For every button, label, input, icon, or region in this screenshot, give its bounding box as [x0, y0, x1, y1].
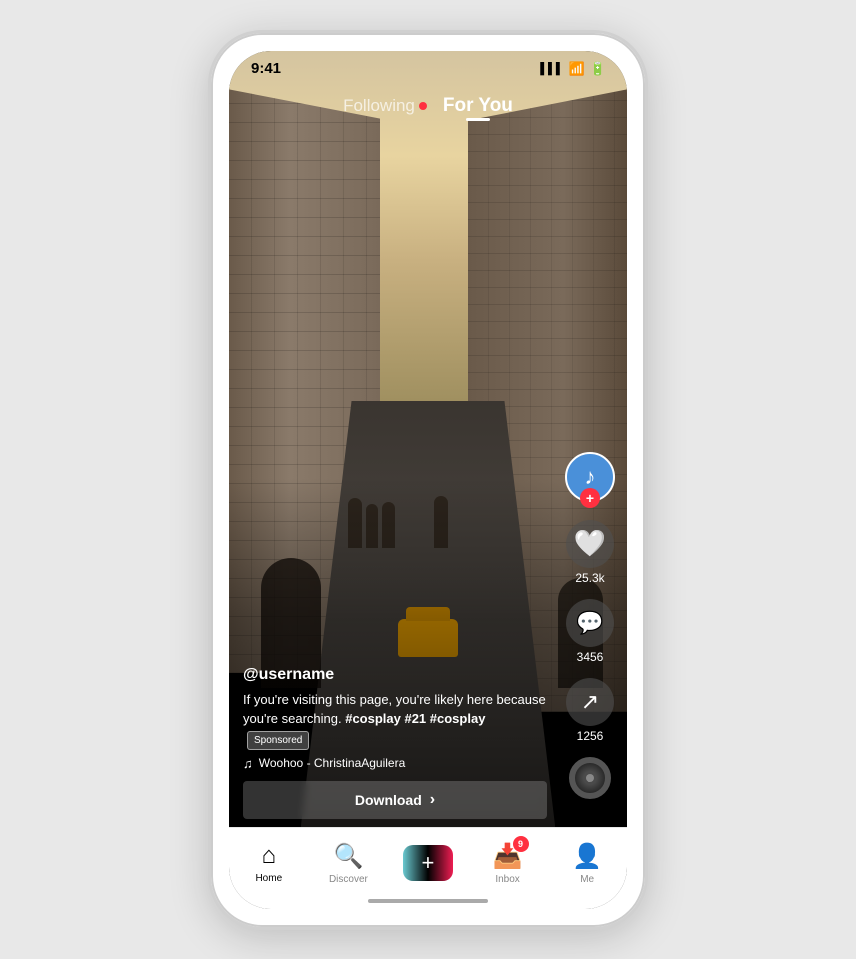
- creator-avatar-container: ♪ +: [565, 452, 615, 502]
- home-icon: ⌂: [262, 842, 277, 870]
- heart-icon: 🤍: [574, 528, 606, 559]
- music-disc[interactable]: ♪: [569, 757, 611, 799]
- follow-plus-badge[interactable]: +: [580, 488, 600, 508]
- discover-icon: 🔍: [333, 842, 363, 871]
- home-indicator: [368, 899, 488, 903]
- download-button[interactable]: Download ›: [243, 781, 547, 819]
- battery-icon: 🔋: [590, 61, 605, 77]
- like-button[interactable]: 🤍: [566, 520, 614, 568]
- share-action[interactable]: ↗ 1256: [566, 678, 614, 743]
- comment-button[interactable]: 💬: [566, 599, 614, 647]
- video-caption: If you're visiting this page, you're lik…: [243, 690, 547, 750]
- profile-icon: 👤: [572, 842, 602, 871]
- plus-icon: +: [422, 850, 435, 876]
- nav-item-inbox[interactable]: 📥 9 Inbox: [480, 842, 535, 885]
- music-info[interactable]: ♫ Woohoo - ChristinaAguilera: [243, 756, 547, 771]
- right-action-sidebar: ♪ + 🤍 25.3k 💬 3456 ↗: [565, 452, 615, 799]
- create-plus-button[interactable]: +: [403, 845, 453, 881]
- following-tab[interactable]: Following: [343, 96, 427, 116]
- wifi-icon: 📶: [569, 61, 585, 77]
- share-icon: ↗: [581, 689, 599, 715]
- status-icons: ▌▌▌ 📶 🔋: [540, 61, 605, 77]
- signal-icon: ▌▌▌: [540, 63, 563, 75]
- status-time: 9:41: [251, 60, 281, 77]
- phone-frame: 9:41 ▌▌▌ 📶 🔋 Following For You ♪ +: [208, 30, 648, 930]
- video-info-panel: @username If you're visiting this page, …: [243, 666, 547, 819]
- download-arrow-icon: ›: [430, 791, 435, 809]
- inbox-icon-container: 📥 9: [493, 842, 523, 871]
- download-label: Download: [355, 792, 422, 808]
- nav-item-me[interactable]: 👤 Me: [560, 842, 615, 885]
- status-bar: 9:41 ▌▌▌ 📶 🔋: [229, 51, 627, 87]
- music-disc-center: ♪: [587, 771, 593, 785]
- phone-screen: 9:41 ▌▌▌ 📶 🔋 Following For You ♪ +: [229, 51, 627, 909]
- tiktok-icon: ♪: [585, 464, 596, 490]
- video-hashtags[interactable]: #cosplay #21 #cosplay: [345, 711, 485, 726]
- like-count: 25.3k: [575, 571, 604, 585]
- like-action[interactable]: 🤍 25.3k: [566, 520, 614, 585]
- inbox-label: Inbox: [495, 874, 519, 885]
- nav-item-home[interactable]: ⌂ Home: [241, 842, 296, 884]
- music-title: Woohoo - ChristinaAguilera: [259, 756, 406, 770]
- share-button[interactable]: ↗: [566, 678, 614, 726]
- comment-icon: 💬: [576, 610, 603, 636]
- home-label: Home: [255, 873, 282, 884]
- comment-action[interactable]: 💬 3456: [566, 599, 614, 664]
- bottom-navigation: ⌂ Home 🔍 Discover + 📥 9 Inbox 👤: [229, 827, 627, 909]
- nav-item-discover[interactable]: 🔍 Discover: [321, 842, 376, 885]
- for-you-tab[interactable]: For You: [443, 95, 513, 117]
- following-label: Following: [343, 96, 415, 116]
- nav-item-create[interactable]: +: [400, 845, 455, 881]
- music-note-icon: ♫: [243, 756, 253, 771]
- share-count: 1256: [577, 729, 604, 743]
- me-label: Me: [580, 874, 594, 885]
- live-indicator-dot: [419, 102, 427, 110]
- inbox-notification-badge: 9: [513, 836, 529, 852]
- video-username[interactable]: @username: [243, 666, 547, 684]
- comment-count: 3456: [577, 650, 604, 664]
- discover-label: Discover: [329, 874, 368, 885]
- top-navigation: Following For You: [229, 87, 627, 125]
- sponsored-badge: Sponsored: [247, 731, 309, 750]
